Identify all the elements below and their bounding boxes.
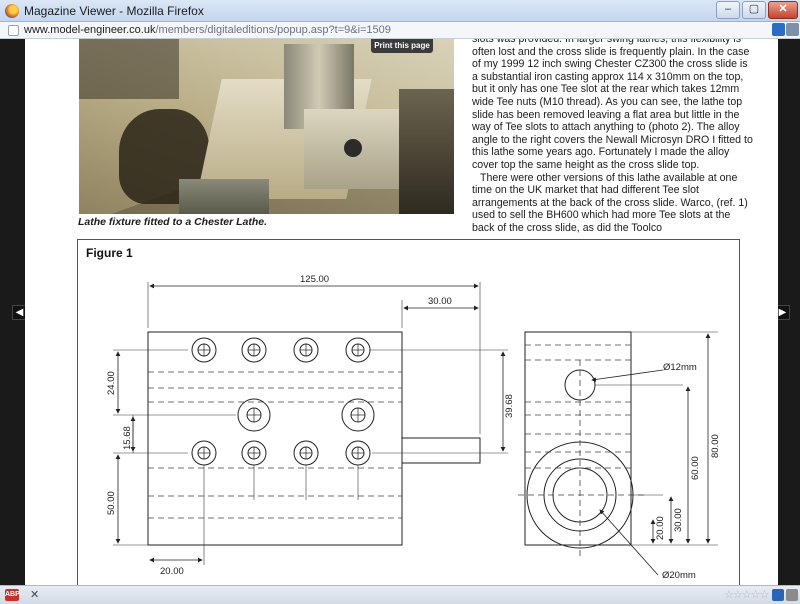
bookmark-icon[interactable] (772, 23, 785, 36)
address-bar[interactable]: www.model-engineer.co.uk/members/digital… (0, 22, 800, 39)
article-text: slots was provided. In larger swing lath… (472, 39, 754, 235)
magazine-page: Print this page Lathe fixture fitted to … (25, 39, 778, 585)
magazine-viewer: ◀ ▶ Print this page Lathe fixture fitted… (0, 39, 800, 585)
window-title: Magazine Viewer - Mozilla Firefox (24, 4, 204, 18)
dim-30: 30.00 (428, 296, 452, 307)
dim-60: 60.00 (690, 456, 701, 480)
dim-125: 125.00 (300, 274, 329, 285)
dim-20-side: 20.00 (655, 516, 666, 540)
dim-phi20: Ø20mm (662, 570, 696, 581)
print-page-button[interactable]: Print this page (371, 39, 433, 53)
close-bar-icon[interactable]: ✕ (30, 588, 39, 601)
photo-caption: Lathe fixture fitted to a Chester Lathe. (78, 216, 268, 228)
resize-grip-icon[interactable] (786, 589, 798, 601)
dim-80: 80.00 (710, 434, 721, 458)
addon-icon[interactable] (772, 589, 784, 601)
technical-drawing: 125.00 30.00 24.00 15.68 50.00 39.68 20.… (106, 274, 721, 581)
url-text[interactable]: www.model-engineer.co.uk/members/digital… (24, 24, 391, 36)
dim-24: 24.00 (106, 371, 117, 395)
dim-phi12: Ø12mm (663, 362, 697, 373)
rating-stars[interactable]: ☆☆☆☆☆ (724, 588, 769, 601)
dim-20: 20.00 (160, 566, 184, 577)
firefox-icon (5, 4, 19, 18)
site-identity-icon[interactable] (8, 25, 19, 36)
dim-30-side: 30.00 (673, 508, 684, 532)
figure-1-drawing: Figure 1 125.00 30.00 24.00 15.68 50.00 … (77, 239, 740, 585)
dim-50: 50.00 (106, 491, 117, 515)
lathe-photo (79, 39, 454, 214)
maximize-button[interactable]: ▢ (742, 1, 766, 19)
dim-15-68: 15.68 (122, 426, 133, 450)
article-paragraph: There were other versions of this lathe … (472, 171, 748, 234)
share-icon[interactable] (786, 23, 799, 36)
close-button[interactable]: ✕ (768, 1, 798, 19)
dim-39-68: 39.68 (504, 394, 515, 418)
url-host: www.model-engineer.co.uk (24, 24, 156, 36)
url-path: /members/digitaleditions/popup.asp?t=9&i… (155, 24, 391, 36)
window-titlebar: Magazine Viewer - Mozilla Firefox – ▢ ✕ (0, 0, 800, 22)
status-bar: ABP ✕ ☆☆☆☆☆ (0, 585, 800, 604)
article-paragraph: slots was provided. In larger swing lath… (472, 39, 753, 171)
adblock-icon[interactable]: ABP (5, 589, 20, 601)
minimize-button[interactable]: – (716, 1, 740, 19)
